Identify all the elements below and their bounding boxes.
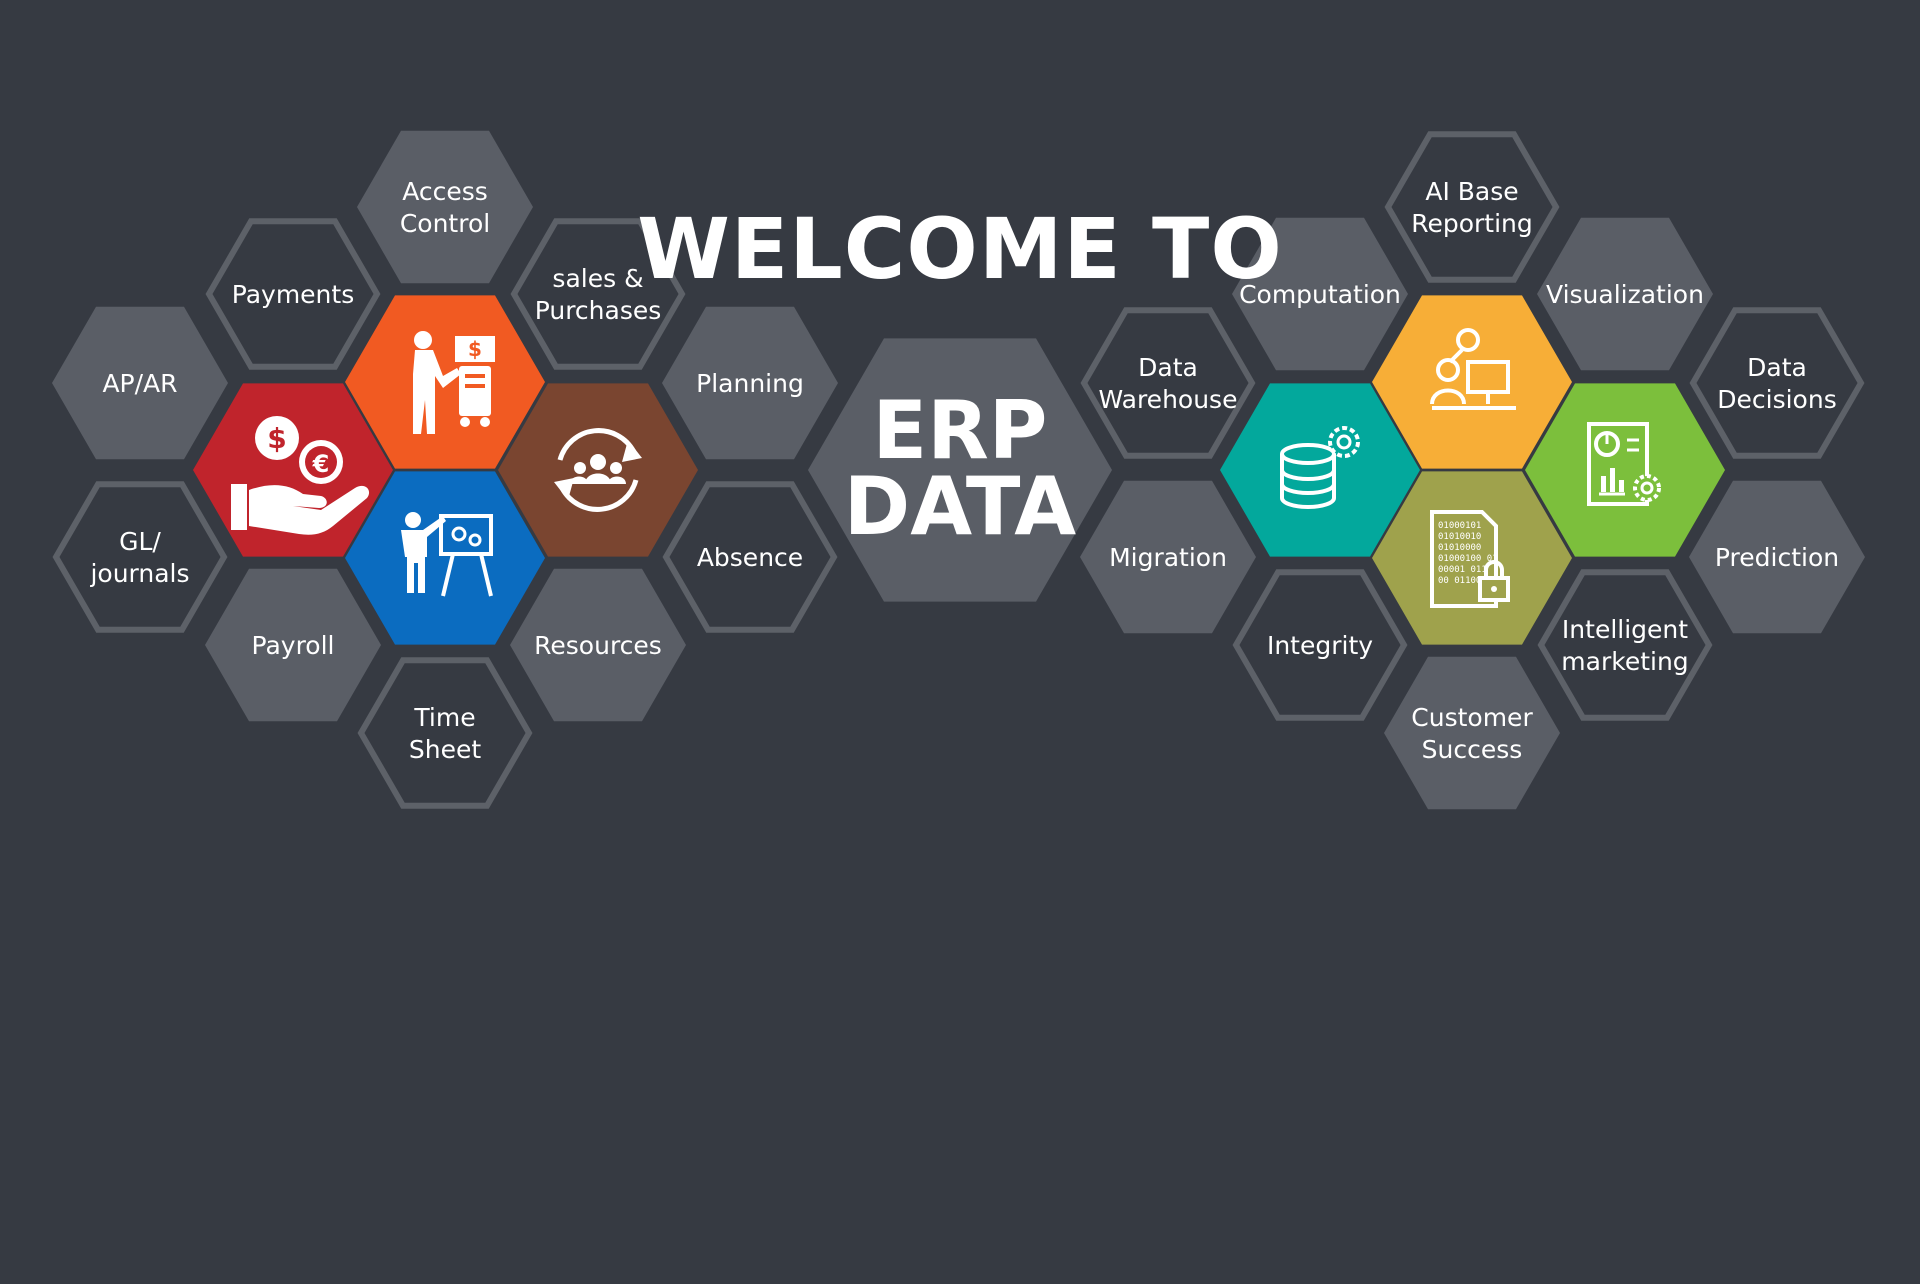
hex-outline <box>52 481 228 633</box>
svg-text:$: $ <box>267 422 286 455</box>
hex-tile-label: Intelligent <box>1562 615 1688 644</box>
hex-tile-prediction: Prediction <box>1689 480 1865 634</box>
hex-tile-label: Sheet <box>409 735 481 764</box>
hex-tile-label: marketing <box>1561 647 1688 676</box>
erp-data-label: DATA <box>844 460 1076 553</box>
hex-outline <box>1080 307 1256 459</box>
hex-tile-payroll: Payroll <box>205 568 381 722</box>
hex-tile-customer-success: Customer Success <box>1384 656 1560 810</box>
welcome-title: WELCOME TO <box>637 200 1283 298</box>
erp-data-center-hex: ERPDATA <box>808 338 1112 602</box>
hex-tile-label: Absence <box>697 543 803 572</box>
hex-outline <box>1689 307 1865 459</box>
hex-tile-label: Purchases <box>535 296 662 325</box>
hex-tile-label: Time <box>413 703 475 732</box>
hex-tile-data-warehouse: Data Warehouse <box>1080 307 1256 459</box>
hex-tile-time-sheet: Time Sheet <box>357 657 533 809</box>
hex-tile-intelligent-marketing: Intelligent marketing <box>1537 569 1713 721</box>
hexagon-honeycomb: AccessControlPaymentssales &PurchasesAP/… <box>52 130 1865 810</box>
svg-text:€: € <box>312 450 330 478</box>
hex-tile-migration: Migration <box>1080 480 1256 634</box>
binary-code-line: 00001 011 <box>1438 565 1487 575</box>
hex-tile-data-decisions: Data Decisions <box>1689 307 1865 459</box>
hex-tile-label: Prediction <box>1715 543 1839 572</box>
hex-tile-label: journals <box>89 559 189 588</box>
hex-tile-absence: Absence <box>662 481 838 633</box>
hex-tile-label: Migration <box>1109 543 1227 572</box>
binary-code-line: 01010000 <box>1438 543 1481 553</box>
binary-code-line: 01010010 <box>1438 532 1481 542</box>
hex-tile-planning: Planning <box>662 306 838 460</box>
hex-tile-label: Success <box>1422 735 1523 764</box>
hex-tile-ap-ar: AP/AR <box>52 306 228 460</box>
hex-tile-gl-journals: GL/journals <box>52 481 228 633</box>
hex-tile-label: Data <box>1747 353 1807 382</box>
binary-code-line: 01000101 <box>1438 521 1481 531</box>
erp-banner: Access Control Payments sales & Purchases AP/… <box>0 0 1920 1280</box>
svg-text:$: $ <box>468 337 482 361</box>
hex-tile-label: Customer <box>1411 703 1533 732</box>
hex-tile-integrity: Integrity <box>1232 569 1408 721</box>
hex-tile-resources: Resources <box>510 568 686 722</box>
hex-tile-label: AP/AR <box>102 369 177 398</box>
hex-outline <box>357 657 533 809</box>
hex-tile-label: Planning <box>696 369 804 398</box>
hex-outline <box>1537 569 1713 721</box>
hex-tile-label: Payroll <box>252 631 335 660</box>
hex-tile-label: Integrity <box>1267 631 1373 660</box>
hex-shape <box>1384 656 1560 810</box>
hex-tile-label: Warehouse <box>1099 385 1238 414</box>
hex-tile-label: Decisions <box>1717 385 1836 414</box>
hex-tile-label: Data <box>1138 353 1198 382</box>
hex-tile-label: GL/ <box>119 527 161 556</box>
hex-tile-label: Resources <box>534 631 662 660</box>
